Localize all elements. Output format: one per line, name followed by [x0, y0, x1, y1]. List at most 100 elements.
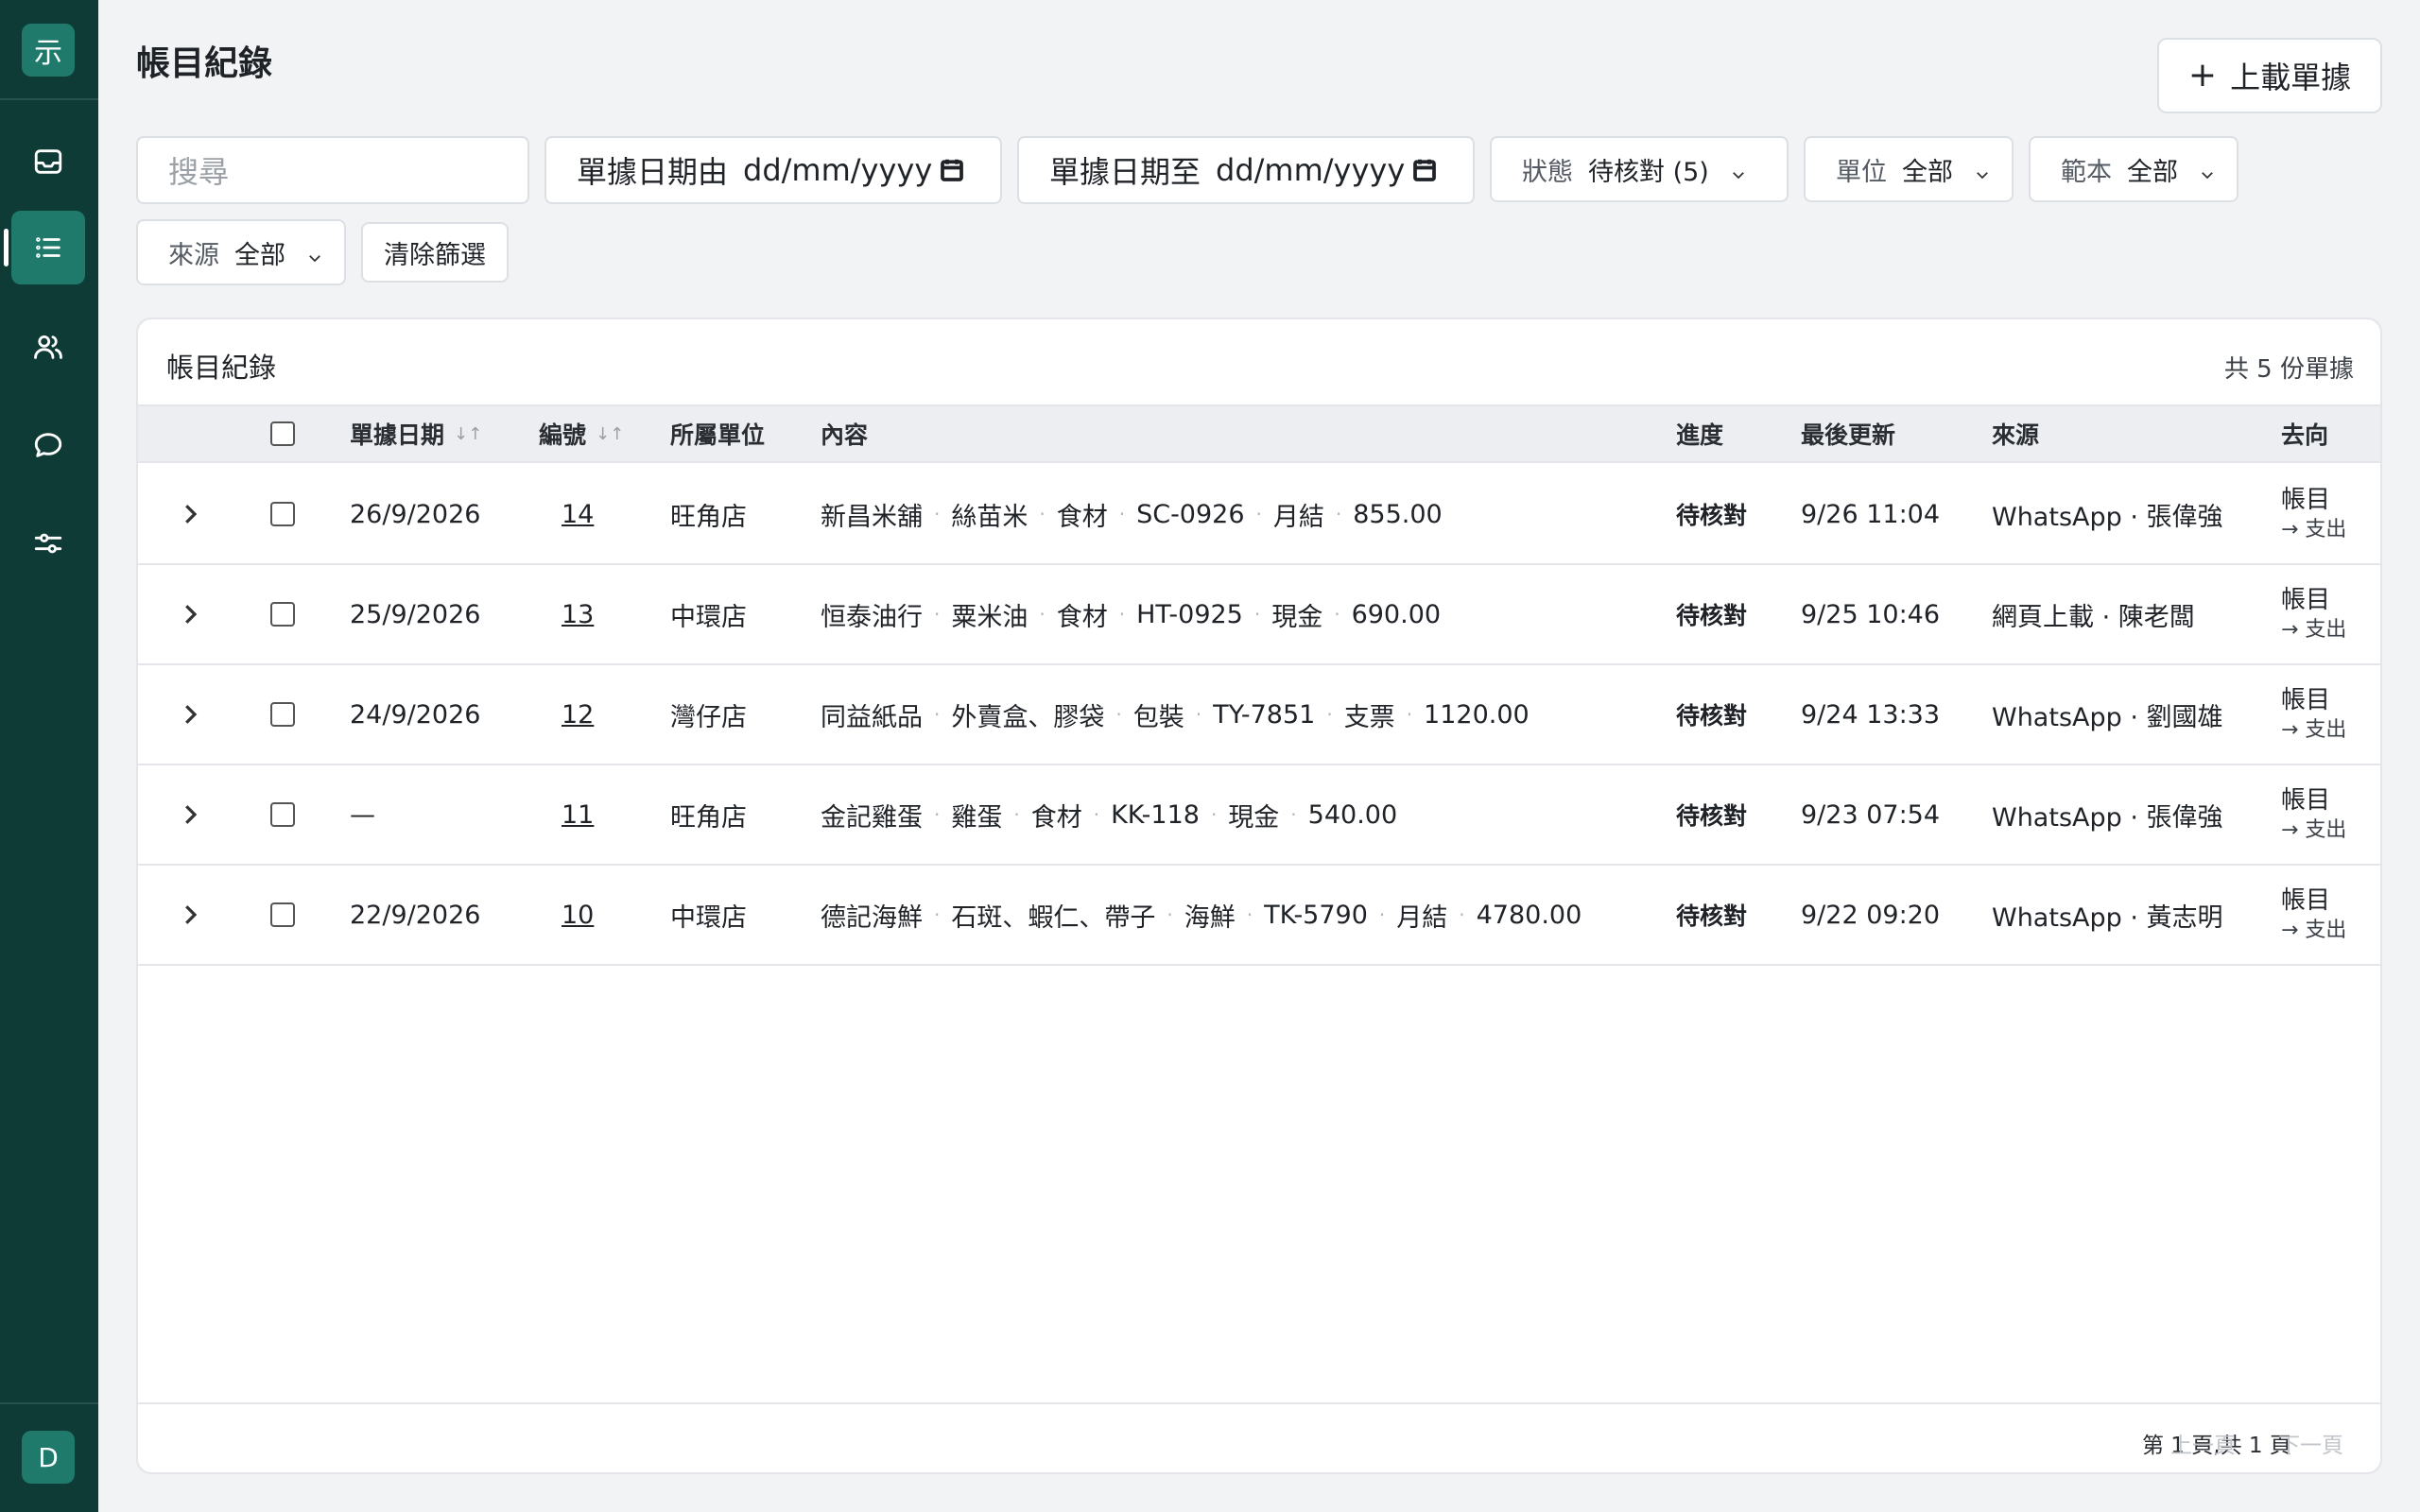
- row-checkbox[interactable]: [270, 602, 295, 627]
- row-ref: TK-5790: [1264, 900, 1368, 930]
- row-checkbox[interactable]: [270, 702, 295, 727]
- separator-dot: ·: [1290, 803, 1297, 826]
- expand-row-button[interactable]: [176, 565, 204, 663]
- separator-dot: ·: [1167, 903, 1173, 926]
- table-row[interactable]: 25/9/2026 13 中環店 恒泰油行 · 粟米油 · 食材 · HT-09…: [138, 565, 2380, 665]
- sidebar-item-users[interactable]: [11, 310, 85, 384]
- inbox-icon: [34, 149, 62, 174]
- page-title: 帳目紀錄: [136, 44, 273, 83]
- table-header: 單據日期 ↓↑ 編號 ↓↑ 所屬單位 內容 進度 最後更新 來源 去向: [138, 404, 2380, 463]
- source-filter[interactable]: 來源 全部: [136, 219, 346, 285]
- row-vendor: 恒泰油行: [821, 602, 923, 632]
- clear-filters-button[interactable]: 清除篩選: [361, 222, 509, 283]
- unit-filter-label: 單位: [1836, 157, 1887, 187]
- sidebar: 示 D: [0, 0, 98, 1512]
- status-badge: 待核對: [1676, 502, 1748, 529]
- chevron-right-icon: [185, 805, 198, 824]
- avatar[interactable]: D: [22, 1431, 75, 1484]
- calendar-icon[interactable]: [938, 156, 966, 184]
- row-checkbox[interactable]: [270, 902, 295, 927]
- expand-row-button[interactable]: [176, 765, 204, 864]
- row-vendor: 金記雞蛋: [821, 802, 923, 833]
- separator-dot: ·: [1013, 803, 1020, 826]
- row-checkbox[interactable]: [270, 802, 295, 827]
- separator-dot: ·: [934, 703, 941, 726]
- template-filter[interactable]: 範本 全部: [2029, 136, 2238, 202]
- column-date[interactable]: 單據日期 ↓↑: [350, 406, 482, 461]
- separator-dot: ·: [1253, 603, 1261, 626]
- row-destination-main: 帳目: [2281, 885, 2331, 915]
- separator-dot: ·: [934, 803, 941, 826]
- row-select-cell: [270, 565, 295, 663]
- chevron-right-icon: [185, 905, 198, 924]
- expand-row-button[interactable]: [176, 866, 204, 964]
- template-filter-label: 範本: [2061, 157, 2112, 187]
- source-filter-value: 全部: [234, 240, 285, 270]
- chat-icon: [34, 433, 62, 457]
- table-row[interactable]: 24/9/2026 12 灣仔店 同益紙品 · 外賣盒、膠袋 · 包裝 · TY…: [138, 665, 2380, 765]
- row-number-link[interactable]: 14: [562, 465, 594, 563]
- row-item: 絲苗米: [951, 502, 1028, 532]
- column-number[interactable]: 編號 ↓↑: [539, 406, 624, 461]
- date-from-field[interactable]: 單據日期由 dd/mm/yyyy: [544, 136, 1002, 204]
- plus-icon: +: [2187, 56, 2218, 94]
- row-source: WhatsApp · 黃志明: [1992, 902, 2223, 933]
- sidebar-item-inbox[interactable]: [11, 125, 85, 198]
- row-select-cell: [270, 665, 295, 764]
- date-to-field[interactable]: 單據日期至 dd/mm/yyyy: [1017, 136, 1475, 204]
- sidebar-item-settings[interactable]: [11, 507, 85, 580]
- row-date: —: [350, 799, 375, 830]
- card-title: 帳目紀錄: [166, 352, 277, 384]
- row-number-link[interactable]: 10: [562, 866, 594, 964]
- separator-dot: ·: [1334, 603, 1340, 626]
- row-checkbox[interactable]: [270, 502, 295, 526]
- template-filter-value: 全部: [2127, 157, 2178, 187]
- row-destination-main: 帳目: [2281, 585, 2331, 614]
- row-payment: 現金: [1228, 802, 1280, 833]
- row-vendor: 德記海鮮: [821, 902, 923, 933]
- separator-dot: ·: [1118, 503, 1126, 525]
- upload-button[interactable]: + 上載單據: [2157, 38, 2382, 113]
- table-row[interactable]: 26/9/2026 14 旺角店 新昌米舖 · 絲苗米 · 食材 · SC-09…: [138, 465, 2380, 565]
- next-page-button[interactable]: 下一頁: [2278, 1427, 2343, 1459]
- row-ref: KK-118: [1111, 799, 1200, 830]
- sidebar-item-records[interactable]: [4, 211, 85, 284]
- row-destination-sub: → 支出: [2281, 617, 2347, 642]
- row-select-cell: [270, 465, 295, 563]
- row-category: 食材: [1056, 602, 1108, 632]
- chevron-down-icon: [1974, 161, 1991, 180]
- row-updated: 9/25 10:46: [1801, 599, 1941, 629]
- expand-row-button[interactable]: [176, 665, 204, 764]
- prev-page-button[interactable]: 上一頁: [2170, 1427, 2236, 1459]
- row-date: 25/9/2026: [350, 599, 481, 629]
- search-input[interactable]: 搜尋: [136, 136, 529, 204]
- table-row[interactable]: — 11 旺角店 金記雞蛋 · 雞蛋 · 食材 · KK-118 · 現金 · …: [138, 765, 2380, 866]
- row-source: WhatsApp · 張偉強: [1992, 802, 2223, 833]
- expand-row-button[interactable]: [176, 465, 204, 563]
- unit-filter[interactable]: 單位 全部: [1804, 136, 2014, 202]
- status-filter[interactable]: 狀態 待核對 (5): [1490, 136, 1789, 202]
- row-content: 金記雞蛋 · 雞蛋 · 食材 · KK-118 · 現金 · 540.00: [821, 765, 1397, 864]
- row-unit: 旺角店: [670, 802, 747, 833]
- separator-dot: ·: [1195, 703, 1202, 726]
- chevron-down-icon: [306, 244, 323, 263]
- column-updated: 最後更新: [1801, 421, 1896, 449]
- row-select-cell: [270, 866, 295, 964]
- row-number-link[interactable]: 11: [562, 765, 594, 864]
- column-number-label: 編號: [539, 421, 587, 449]
- row-number-link[interactable]: 13: [562, 565, 594, 663]
- row-payment: 支票: [1343, 702, 1395, 732]
- calendar-icon[interactable]: [1410, 156, 1439, 184]
- separator-dot: ·: [1118, 603, 1126, 626]
- app-logo[interactable]: 示: [22, 24, 75, 77]
- row-number-link[interactable]: 12: [562, 665, 594, 764]
- sidebar-item-messages[interactable]: [11, 408, 85, 482]
- separator-dot: ·: [1246, 903, 1253, 926]
- select-all-checkbox[interactable]: [270, 421, 295, 446]
- separator-dot: ·: [934, 903, 941, 926]
- row-category: 食材: [1030, 802, 1082, 833]
- table-row[interactable]: 22/9/2026 10 中環店 德記海鮮 · 石斑、蝦仁、帶子 · 海鮮 · …: [138, 866, 2380, 966]
- chevron-right-icon: [185, 605, 198, 624]
- separator-dot: ·: [1335, 503, 1342, 525]
- row-destination: 帳目 → 支出: [2281, 765, 2346, 864]
